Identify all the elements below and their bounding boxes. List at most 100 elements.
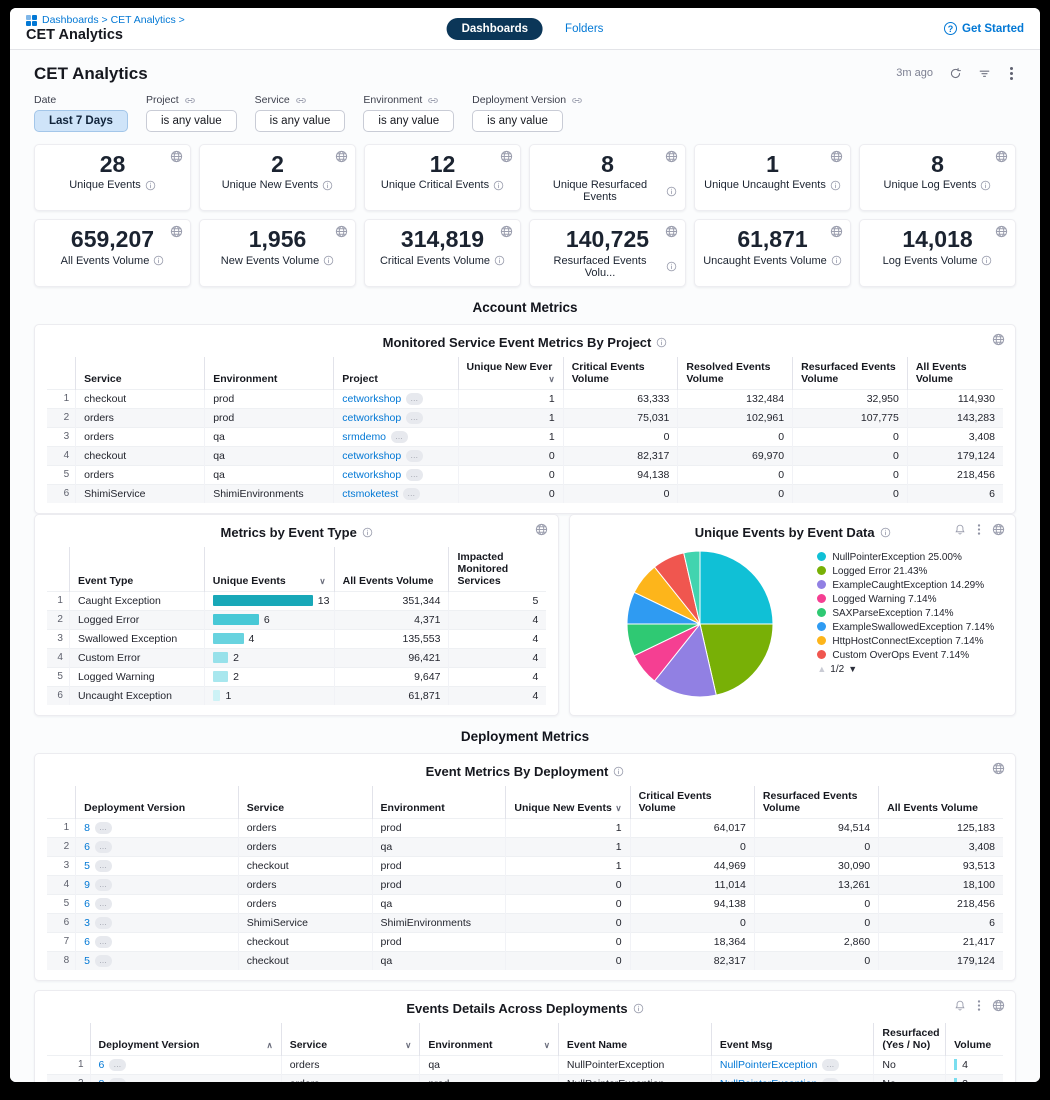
column-header[interactable]: Unique New Ever∨	[458, 357, 563, 390]
legend-item[interactable]: Logged Error 21.43%	[817, 565, 1003, 578]
column-header[interactable]: Resolved Events Volume	[678, 357, 793, 390]
link-icon[interactable]	[427, 95, 439, 106]
column-header[interactable]: Event Name	[558, 1023, 711, 1056]
cell-link[interactable]: 6	[84, 841, 90, 853]
column-header[interactable]: Deployment Version∧	[90, 1023, 281, 1056]
help-icon[interactable]: ?	[944, 22, 957, 35]
info-icon[interactable]	[322, 180, 333, 191]
drill-menu-pill[interactable]: …	[109, 1059, 126, 1071]
drill-menu-pill[interactable]: …	[391, 431, 408, 443]
column-header[interactable]: Resurfaced(Yes / No)	[874, 1023, 946, 1056]
pie-chart[interactable]	[625, 549, 775, 699]
cell-link[interactable]: NullPointerException	[720, 1078, 817, 1082]
drill-menu-pill[interactable]: …	[822, 1059, 839, 1071]
sort-asc-icon[interactable]: ∧	[266, 1040, 272, 1051]
info-icon[interactable]	[880, 527, 891, 538]
column-header[interactable]: Service∨	[281, 1023, 420, 1056]
drill-menu-pill[interactable]: …	[406, 393, 423, 405]
column-header[interactable]: Project	[334, 357, 458, 390]
legend-item[interactable]: ExampleCaughtException 14.29%	[817, 579, 1003, 592]
drill-menu-pill[interactable]: …	[95, 936, 112, 948]
pie-slice[interactable]	[700, 551, 773, 624]
cell-link[interactable]: NullPointerException	[720, 1059, 817, 1071]
drill-menu-pill[interactable]: …	[406, 469, 423, 481]
globe-icon[interactable]	[665, 150, 678, 163]
filter-value-chip[interactable]: Last 7 Days	[34, 110, 128, 132]
globe-icon[interactable]	[995, 150, 1008, 163]
drill-menu-pill[interactable]: …	[406, 450, 423, 462]
cell-link[interactable]: 5	[84, 860, 90, 872]
column-header[interactable]: Unique New Events∨	[506, 786, 630, 819]
column-header[interactable]: All Events Volume	[907, 357, 1003, 390]
column-header[interactable]: Event Type	[69, 547, 204, 592]
column-header[interactable]: Service	[238, 786, 372, 819]
globe-icon[interactable]	[992, 333, 1005, 346]
legend-item[interactable]: Logged Warning 7.14%	[817, 593, 1003, 606]
column-header[interactable]: Critical Events Volume	[563, 357, 678, 390]
drill-menu-pill[interactable]: …	[109, 1078, 126, 1082]
column-header[interactable]: Unique Events∨	[204, 547, 334, 592]
column-header[interactable]: All Events Volume	[879, 786, 1003, 819]
apps-grid-icon[interactable]	[26, 15, 37, 26]
sort-desc-icon[interactable]: ∨	[319, 576, 325, 587]
globe-icon[interactable]	[335, 150, 348, 163]
globe-icon[interactable]	[992, 523, 1005, 536]
cell-link[interactable]: 6	[99, 1059, 105, 1071]
sort-desc-icon[interactable]: ∨	[548, 374, 554, 385]
column-header[interactable]: Critical Events Volume	[630, 786, 754, 819]
drill-menu-pill[interactable]: …	[95, 898, 112, 910]
drill-menu-pill[interactable]: …	[822, 1078, 839, 1082]
legend-item[interactable]: HttpHostConnectException 7.14%	[817, 635, 1003, 648]
globe-icon[interactable]	[170, 225, 183, 238]
column-header[interactable]: Resurfaced Events Volume	[754, 786, 878, 819]
info-icon[interactable]	[362, 527, 373, 538]
cell-link[interactable]: 6	[84, 936, 90, 948]
tab-folders[interactable]: Folders	[565, 23, 603, 35]
info-icon[interactable]	[656, 337, 667, 348]
globe-icon[interactable]	[830, 225, 843, 238]
globe-icon[interactable]	[992, 999, 1005, 1012]
column-header[interactable]: Service	[76, 357, 205, 390]
filter-value-chip[interactable]: is any value	[472, 110, 563, 132]
filter-value-chip[interactable]: is any value	[255, 110, 346, 132]
bell-icon[interactable]	[954, 523, 966, 536]
sort-desc-icon[interactable]: ∨	[615, 803, 621, 814]
info-icon[interactable]	[666, 261, 677, 272]
cell-link[interactable]: 8	[99, 1078, 105, 1082]
column-header[interactable]: Impacted Monitored Services	[449, 547, 546, 592]
drill-menu-pill[interactable]: …	[95, 917, 112, 929]
globe-icon[interactable]	[992, 762, 1005, 775]
info-icon[interactable]	[980, 180, 991, 191]
legend-page-down-icon[interactable]: ▼	[848, 664, 857, 674]
tab-dashboards[interactable]: Dashboards	[447, 18, 543, 40]
drill-menu-pill[interactable]: …	[406, 412, 423, 424]
info-icon[interactable]	[323, 255, 334, 266]
cell-link[interactable]: cetworkshop	[342, 450, 401, 462]
globe-icon[interactable]	[995, 225, 1008, 238]
link-icon[interactable]	[571, 95, 583, 106]
link-icon[interactable]	[184, 95, 196, 106]
column-header[interactable]: All Events Volume	[334, 547, 449, 592]
drill-menu-pill[interactable]: …	[95, 841, 112, 853]
column-header[interactable]: Environment∨	[420, 1023, 559, 1056]
info-icon[interactable]	[613, 766, 624, 777]
filter-icon[interactable]	[978, 68, 991, 79]
cell-link[interactable]: ctsmoketest	[342, 488, 398, 500]
cell-link[interactable]: cetworkshop	[342, 393, 401, 405]
info-icon[interactable]	[981, 255, 992, 266]
legend-item[interactable]: SAXParseException 7.14%	[817, 607, 1003, 620]
info-icon[interactable]	[830, 180, 841, 191]
cell-link[interactable]: 3	[84, 917, 90, 929]
drill-menu-pill[interactable]: …	[403, 488, 420, 500]
drill-menu-pill[interactable]: …	[95, 955, 112, 967]
legend-item[interactable]: NullPointerException 25.00%	[817, 551, 1003, 564]
refresh-icon[interactable]	[949, 67, 962, 80]
legend-item[interactable]: Custom OverOps Event 7.14%	[817, 649, 1003, 662]
cell-link[interactable]: 8	[84, 822, 90, 834]
kebab-icon[interactable]	[977, 999, 981, 1012]
filter-value-chip[interactable]: is any value	[146, 110, 237, 132]
link-icon[interactable]	[295, 95, 307, 106]
info-icon[interactable]	[633, 1003, 644, 1014]
legend-item[interactable]: ExampleSwallowedException 7.14%	[817, 621, 1003, 634]
info-icon[interactable]	[831, 255, 842, 266]
